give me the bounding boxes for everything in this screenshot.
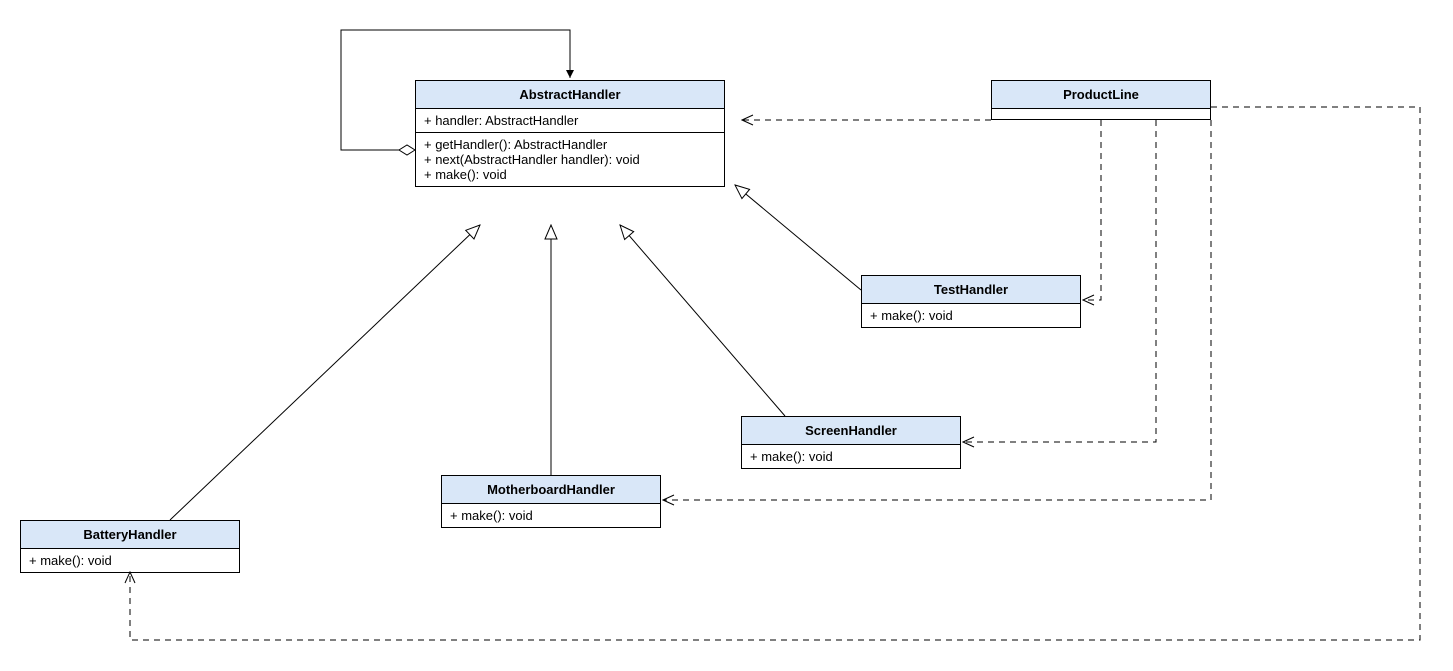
attr-row: + handler: AbstractHandler bbox=[424, 113, 716, 128]
edge-testhandler-gen bbox=[735, 185, 861, 290]
class-title: AbstractHandler bbox=[416, 81, 724, 109]
class-screen-handler: ScreenHandler + make(): void bbox=[741, 416, 961, 469]
edge-screenhandler-gen bbox=[620, 225, 785, 416]
class-product-line: ProductLine bbox=[991, 80, 1211, 120]
class-title: ProductLine bbox=[992, 81, 1210, 109]
edge-productline-batteryhandler bbox=[130, 107, 1420, 640]
class-ops: + getHandler(): AbstractHandler + next(A… bbox=[416, 133, 724, 186]
class-abstract-handler: AbstractHandler + handler: AbstractHandl… bbox=[415, 80, 725, 187]
class-battery-handler: BatteryHandler + make(): void bbox=[20, 520, 240, 573]
class-attrs: + handler: AbstractHandler bbox=[416, 109, 724, 133]
class-test-handler: TestHandler + make(): void bbox=[861, 275, 1081, 328]
class-ops: + make(): void bbox=[21, 549, 239, 572]
class-title: BatteryHandler bbox=[21, 521, 239, 549]
edge-batteryhandler-gen bbox=[170, 225, 480, 520]
class-title: TestHandler bbox=[862, 276, 1080, 304]
class-motherboard-handler: MotherboardHandler + make(): void bbox=[441, 475, 661, 528]
op-row: + make(): void bbox=[870, 308, 1072, 323]
op-row: + make(): void bbox=[750, 449, 952, 464]
class-body-empty bbox=[992, 109, 1210, 119]
class-title: MotherboardHandler bbox=[442, 476, 660, 504]
class-ops: + make(): void bbox=[862, 304, 1080, 327]
class-ops: + make(): void bbox=[442, 504, 660, 527]
class-title: ScreenHandler bbox=[742, 417, 960, 445]
class-ops: + make(): void bbox=[742, 445, 960, 468]
edge-productline-testhandler bbox=[1083, 120, 1101, 300]
op-row: + make(): void bbox=[450, 508, 652, 523]
op-row: + next(AbstractHandler handler): void bbox=[424, 152, 716, 167]
op-row: + make(): void bbox=[29, 553, 231, 568]
op-row: + make(): void bbox=[424, 167, 716, 182]
op-row: + getHandler(): AbstractHandler bbox=[424, 137, 716, 152]
